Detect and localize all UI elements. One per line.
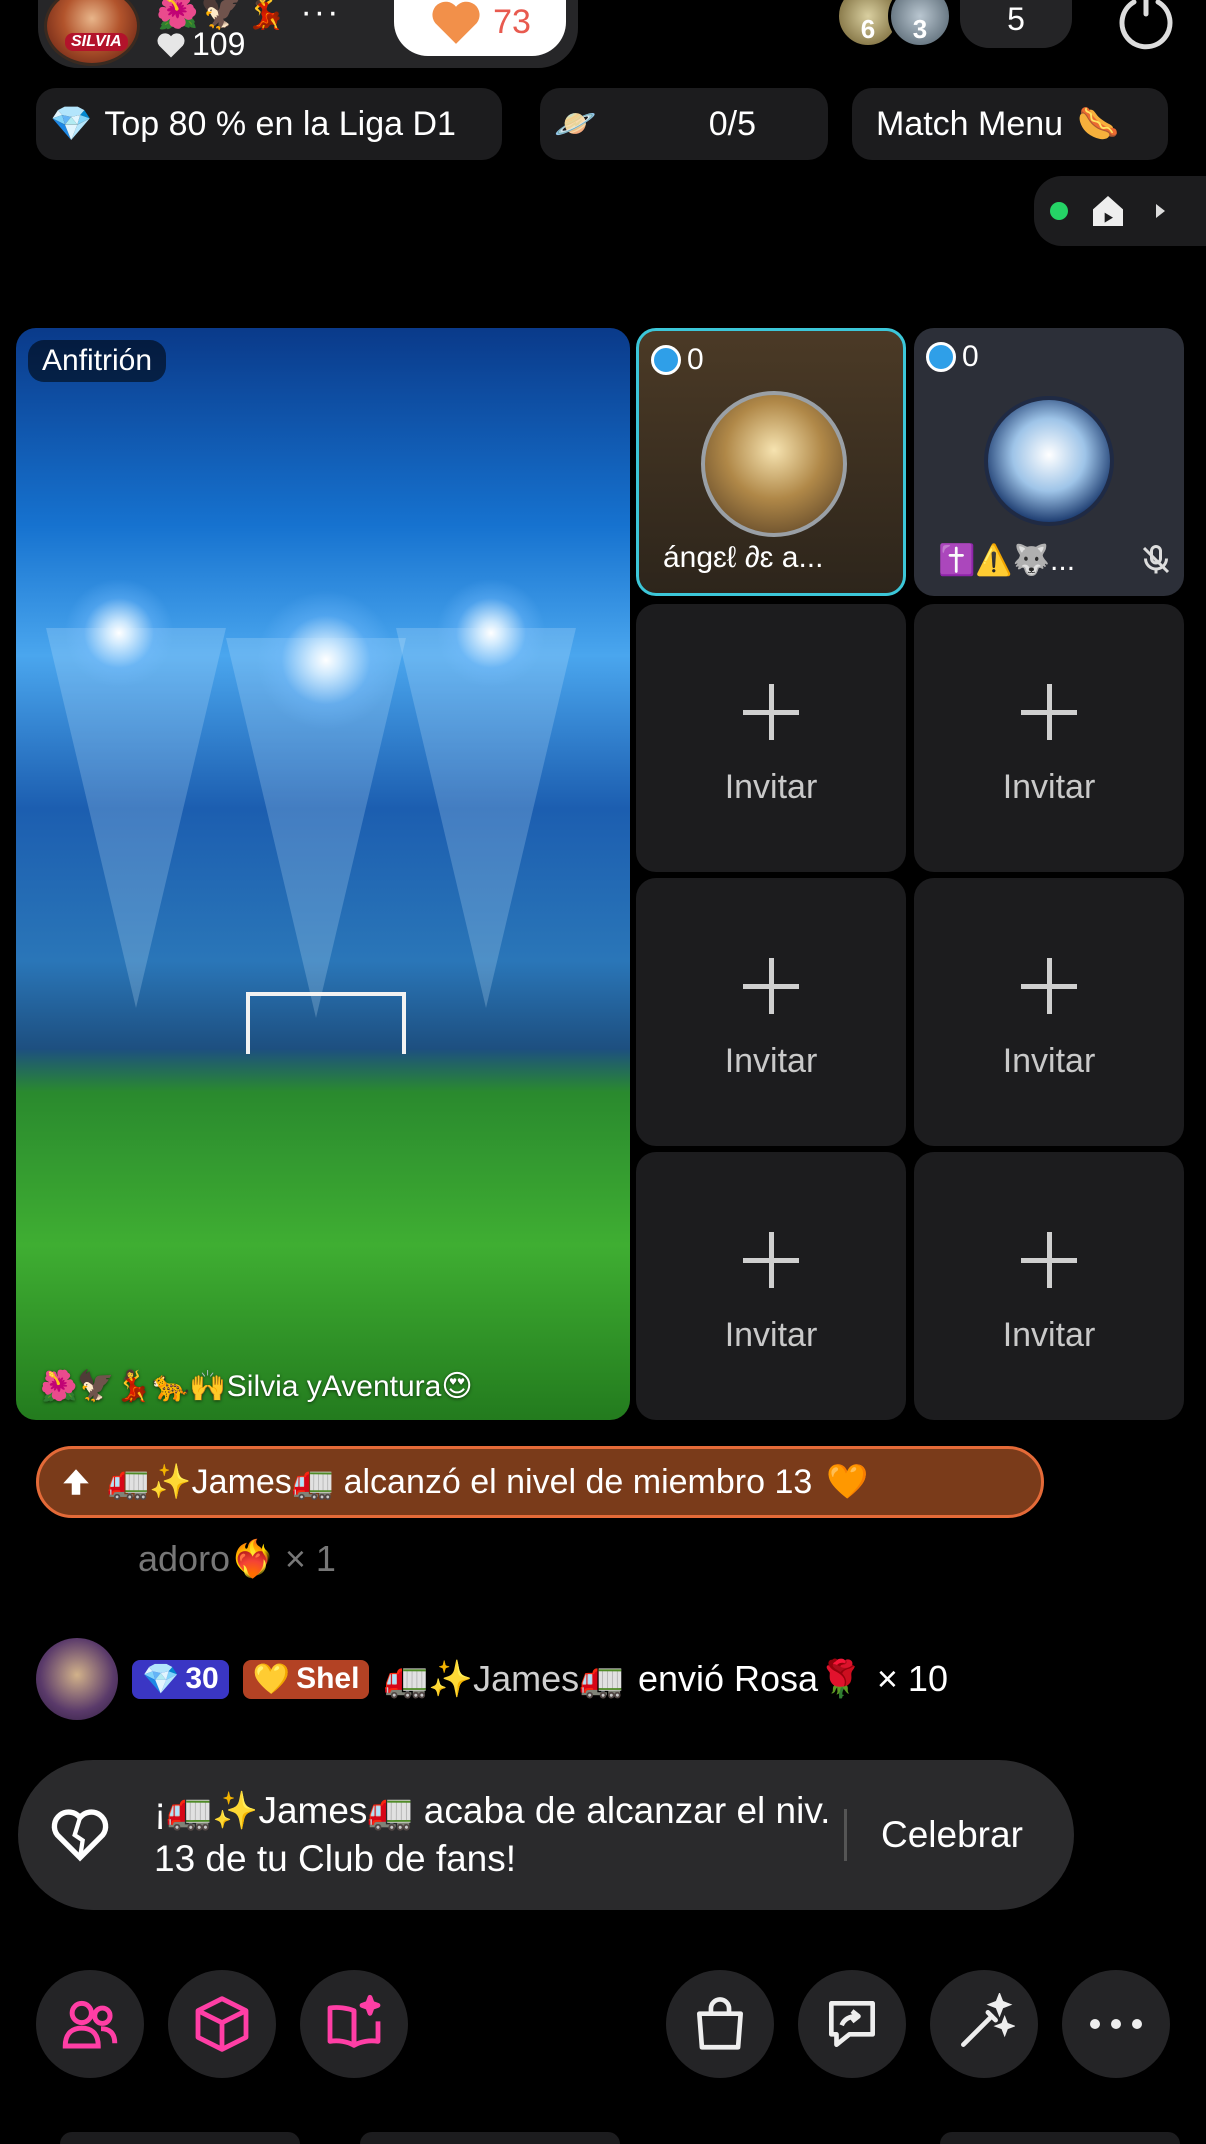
- guest-name: ✝️⚠️🐺...: [938, 544, 1076, 577]
- host-avatar-badge: SILVIA: [65, 33, 128, 51]
- host-video-tile[interactable]: Anfitrión 🌺🦅💃🐆🙌Silvia yAventura😍: [16, 328, 630, 1420]
- people-button[interactable]: [36, 1970, 144, 2078]
- plus-icon: [743, 958, 799, 1014]
- stadium-light: [436, 578, 546, 688]
- arrow-up-icon: [63, 1469, 89, 1495]
- plus-icon: [743, 684, 799, 740]
- invite-label: Invitar: [724, 1042, 818, 1080]
- chevron-right-icon[interactable]: [1148, 199, 1172, 223]
- bottom-edge: [0, 2128, 1206, 2144]
- invite-seat[interactable]: Invitar: [636, 604, 906, 872]
- guest-seat-2[interactable]: 0 ✝️⚠️🐺...: [914, 328, 1184, 596]
- score-icon: [926, 342, 956, 372]
- plus-icon: [1021, 1232, 1077, 1288]
- host-likes: 109: [156, 26, 245, 63]
- cube-icon: [195, 1996, 249, 2052]
- live-dot: [1050, 202, 1068, 220]
- faded-gift-message: adoro❤️‍🔥 × 1: [138, 1538, 336, 1579]
- viewer-count[interactable]: 5: [960, 0, 1072, 48]
- level-up-banner[interactable]: 🚛✨James🚛 alcanzó el nivel de miembro 13 …: [36, 1446, 1044, 1518]
- fan-heart-icon: 💛: [252, 1662, 291, 1696]
- gift-sender[interactable]: 🚛✨James🚛: [383, 1658, 624, 1700]
- invite-label: Invitar: [724, 768, 818, 806]
- likes-count: 109: [192, 26, 246, 62]
- guest-seat-1[interactable]: 0 ángɛℓ ∂ɛ a...: [636, 328, 906, 596]
- people-icon: [62, 2000, 118, 2049]
- like-chip-value: 73: [493, 2, 531, 41]
- book-sparkle-icon: [327, 1994, 381, 2048]
- invite-seat[interactable]: Invitar: [914, 878, 1184, 1146]
- sender-avatar[interactable]: [36, 1638, 118, 1720]
- score-icon: [651, 345, 681, 375]
- magic-wand-icon: [961, 1993, 1015, 2047]
- host-name[interactable]: 🌺🦅💃🐆🙌Silvia yAventura😍: [40, 1369, 473, 1404]
- orange-heart-icon: 🧡: [826, 1463, 869, 1501]
- guest-avatar[interactable]: [701, 391, 847, 537]
- invite-seat[interactable]: Invitar: [914, 1152, 1184, 1420]
- invite-seat[interactable]: Invitar: [914, 604, 1184, 872]
- invite-label: Invitar: [724, 1316, 818, 1354]
- match-menu-label: Match Menu: [876, 104, 1064, 143]
- room-tools-pill[interactable]: [1034, 176, 1206, 246]
- gift-text: envió Rosa🌹: [637, 1658, 863, 1699]
- guest-avatar[interactable]: [984, 396, 1114, 526]
- seat-score: 0: [926, 340, 979, 374]
- league-rank-pill[interactable]: 💎 Top 80 % en la Liga D1: [36, 88, 502, 160]
- effects-button[interactable]: [930, 1970, 1038, 2078]
- fanclub-notification[interactable]: ¡🚛✨James🚛 acaba de alcanzar el niv. 13 d…: [18, 1760, 1074, 1910]
- home-icon[interactable]: [1088, 191, 1128, 231]
- heart-icon: [157, 32, 185, 57]
- gem-icon: 💎: [142, 1662, 180, 1696]
- invite-label: Invitar: [1002, 768, 1096, 806]
- celebrate-button[interactable]: Celebrar: [881, 1814, 1023, 1856]
- invite-seat[interactable]: Invitar: [636, 878, 906, 1146]
- invite-label: Invitar: [1002, 1042, 1096, 1080]
- viewer-avatars[interactable]: 6 3: [836, 0, 976, 48]
- fanclub-heart-icon: [51, 1809, 109, 1862]
- power-icon[interactable]: [1114, 0, 1178, 50]
- host-role-tag: Anfitrión: [28, 340, 167, 382]
- shopping-bag-icon: [697, 1997, 743, 2050]
- guest-name: ángɛℓ ∂ɛ a...: [663, 541, 824, 574]
- tasks-pill[interactable]: 🪐 0/5: [540, 88, 828, 160]
- league-text: Top 80 % en la Liga D1: [104, 104, 456, 143]
- level-up-text: 🚛✨James🚛 alcanzó el nivel de miembro 13: [107, 1463, 813, 1501]
- level-badge: 💎 30: [132, 1659, 229, 1699]
- plus-icon: [1021, 958, 1077, 1014]
- viewer-avatar[interactable]: 3: [888, 0, 952, 48]
- share-button[interactable]: [798, 1970, 906, 2078]
- more-icon: [1090, 2019, 1142, 2029]
- plus-icon: [743, 1232, 799, 1288]
- fan-badge: 💛 Shel: [242, 1659, 370, 1699]
- goal-net: [246, 992, 406, 1054]
- stadium-light: [64, 578, 174, 688]
- divider: [844, 1809, 847, 1861]
- tasks-value: 0/5: [708, 104, 756, 143]
- shop-button[interactable]: [666, 1970, 774, 2078]
- gift-count: × 10: [876, 1658, 948, 1699]
- hotdog-icon: 🌭: [1077, 105, 1120, 143]
- seat-score: 0: [651, 343, 704, 377]
- invite-label: Invitar: [1002, 1316, 1096, 1354]
- fanclub-text: ¡🚛✨James🚛 acaba de alcanzar el niv. 13 d…: [154, 1790, 831, 1879]
- stadium-light: [256, 590, 396, 730]
- invite-seat[interactable]: Invitar: [636, 1152, 906, 1420]
- match-menu-button[interactable]: Match Menu 🌭: [852, 88, 1168, 160]
- plus-icon: [1021, 684, 1077, 740]
- planet-icon: 🪐: [554, 105, 597, 143]
- diamond-icon: 💎: [50, 105, 93, 143]
- cube-button[interactable]: [168, 1970, 276, 2078]
- gift-message[interactable]: 💎 30 💛 Shel 🚛✨James🚛 envió Rosa🌹 × 10: [36, 1638, 948, 1720]
- heart-icon: [432, 1, 480, 44]
- mic-off-icon: [1142, 545, 1170, 574]
- book-sparkle-button[interactable]: [300, 1970, 408, 2078]
- share-message-icon: [829, 2001, 875, 2047]
- like-button[interactable]: 73: [394, 0, 566, 56]
- more-button[interactable]: [1062, 1970, 1170, 2078]
